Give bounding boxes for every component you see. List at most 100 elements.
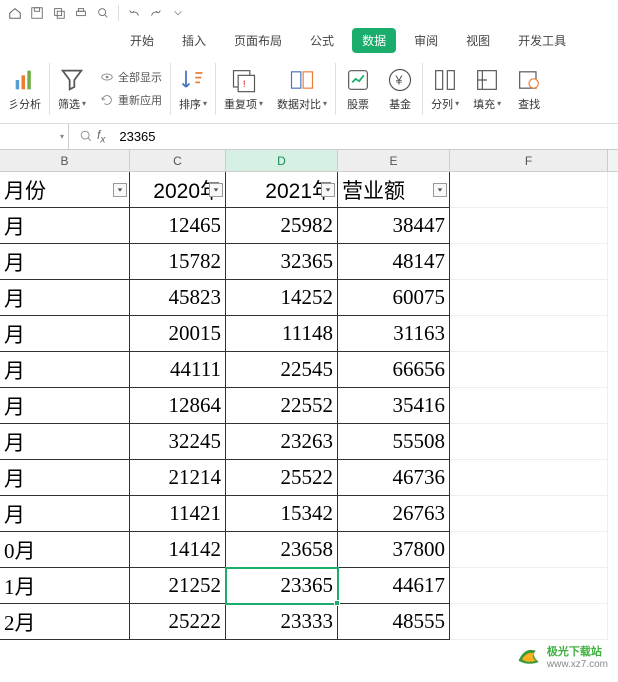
- cell[interactable]: 1月: [0, 568, 130, 604]
- cell[interactable]: [450, 424, 608, 460]
- show-all-button[interactable]: 全部显示: [100, 67, 162, 87]
- cell[interactable]: [450, 280, 608, 316]
- cell[interactable]: 14252: [226, 280, 338, 316]
- redo-icon[interactable]: [147, 4, 165, 22]
- filter-dropdown-button[interactable]: [209, 183, 223, 197]
- cell[interactable]: 48555: [338, 604, 450, 640]
- cell[interactable]: 11421: [130, 496, 226, 532]
- print-icon[interactable]: [72, 4, 90, 22]
- fill-handle[interactable]: [334, 600, 340, 606]
- cell[interactable]: [450, 388, 608, 424]
- filter-dropdown-button[interactable]: [113, 183, 127, 197]
- stock-button[interactable]: 股票: [344, 66, 372, 112]
- cell[interactable]: 48147: [338, 244, 450, 280]
- cell[interactable]: 55508: [338, 424, 450, 460]
- cell[interactable]: 月: [0, 424, 130, 460]
- cell[interactable]: 月: [0, 316, 130, 352]
- cell[interactable]: [450, 460, 608, 496]
- cell[interactable]: 31163: [338, 316, 450, 352]
- cell[interactable]: 25982: [226, 208, 338, 244]
- col-header-b[interactable]: B: [0, 150, 130, 171]
- cell[interactable]: 14142: [130, 532, 226, 568]
- copy-icon[interactable]: [50, 4, 68, 22]
- sort-button[interactable]: 排序▾: [179, 66, 207, 112]
- cell[interactable]: 2月: [0, 604, 130, 640]
- cell[interactable]: 38447: [338, 208, 450, 244]
- save-icon[interactable]: [28, 4, 46, 22]
- cell[interactable]: 月: [0, 496, 130, 532]
- cell[interactable]: 60075: [338, 280, 450, 316]
- cell[interactable]: 66656: [338, 352, 450, 388]
- col-header-d[interactable]: D: [226, 150, 338, 171]
- col-header-f[interactable]: F: [450, 150, 608, 171]
- undo-icon[interactable]: [125, 4, 143, 22]
- preview-icon[interactable]: [94, 4, 112, 22]
- name-box-dropdown[interactable]: ▾: [56, 132, 68, 141]
- cell[interactable]: 46736: [338, 460, 450, 496]
- cell[interactable]: 2021年: [226, 172, 338, 208]
- filter-button[interactable]: 筛选▾: [58, 66, 86, 112]
- dropdown-icon[interactable]: [169, 4, 187, 22]
- cell[interactable]: [450, 172, 608, 208]
- cell[interactable]: 32365: [226, 244, 338, 280]
- cell[interactable]: 23658: [226, 532, 338, 568]
- cell[interactable]: 23365: [226, 568, 338, 604]
- cell[interactable]: 32245: [130, 424, 226, 460]
- dedup-button[interactable]: ! 重复项▾: [224, 66, 263, 112]
- split-button[interactable]: 分列▾: [431, 66, 459, 112]
- fund-button[interactable]: ¥ 基金: [386, 66, 414, 112]
- cell[interactable]: 22552: [226, 388, 338, 424]
- reapply-button[interactable]: 重新应用: [100, 90, 162, 110]
- cell[interactable]: 20015: [130, 316, 226, 352]
- analysis-button[interactable]: 彡分析: [8, 66, 41, 112]
- cell[interactable]: 营业额: [338, 172, 450, 208]
- tab-view[interactable]: 视图: [456, 28, 500, 53]
- cell[interactable]: 37800: [338, 532, 450, 568]
- tab-review[interactable]: 审阅: [404, 28, 448, 53]
- fill-button[interactable]: 填充▾: [473, 66, 501, 112]
- col-header-e[interactable]: E: [338, 150, 450, 171]
- cell[interactable]: 26763: [338, 496, 450, 532]
- home-icon[interactable]: [6, 4, 24, 22]
- cell[interactable]: 0月: [0, 532, 130, 568]
- cell[interactable]: 月: [0, 460, 130, 496]
- cell[interactable]: 11148: [226, 316, 338, 352]
- cell[interactable]: [450, 604, 608, 640]
- cell[interactable]: [450, 568, 608, 604]
- cell[interactable]: 21252: [130, 568, 226, 604]
- cell[interactable]: 12465: [130, 208, 226, 244]
- cell[interactable]: 15782: [130, 244, 226, 280]
- compare-button[interactable]: 数据对比▾: [277, 66, 327, 112]
- cell[interactable]: 23263: [226, 424, 338, 460]
- cell[interactable]: [450, 532, 608, 568]
- filter-dropdown-button[interactable]: [321, 183, 335, 197]
- cell[interactable]: 21214: [130, 460, 226, 496]
- cell[interactable]: 2020年: [130, 172, 226, 208]
- cell[interactable]: [450, 316, 608, 352]
- cell[interactable]: [450, 352, 608, 388]
- tab-data[interactable]: 数据: [352, 28, 396, 53]
- tab-insert[interactable]: 插入: [172, 28, 216, 53]
- tab-formula[interactable]: 公式: [300, 28, 344, 53]
- cell[interactable]: 月: [0, 352, 130, 388]
- cell[interactable]: 25522: [226, 460, 338, 496]
- tab-layout[interactable]: 页面布局: [224, 28, 292, 53]
- cell[interactable]: 12864: [130, 388, 226, 424]
- cell[interactable]: 月: [0, 208, 130, 244]
- tab-dev[interactable]: 开发工具: [508, 28, 576, 53]
- formula-input[interactable]: [111, 126, 618, 148]
- cell[interactable]: 22545: [226, 352, 338, 388]
- find-button[interactable]: 查找: [515, 66, 543, 112]
- cell[interactable]: [450, 244, 608, 280]
- cell[interactable]: 月: [0, 244, 130, 280]
- fx-button[interactable]: fx: [73, 128, 111, 145]
- cell[interactable]: 44617: [338, 568, 450, 604]
- col-header-c[interactable]: C: [130, 150, 226, 171]
- cell[interactable]: 23333: [226, 604, 338, 640]
- cell[interactable]: 25222: [130, 604, 226, 640]
- cell[interactable]: 月份: [0, 172, 130, 208]
- cell[interactable]: 35416: [338, 388, 450, 424]
- cell[interactable]: 月: [0, 388, 130, 424]
- cell[interactable]: [450, 496, 608, 532]
- cell[interactable]: 15342: [226, 496, 338, 532]
